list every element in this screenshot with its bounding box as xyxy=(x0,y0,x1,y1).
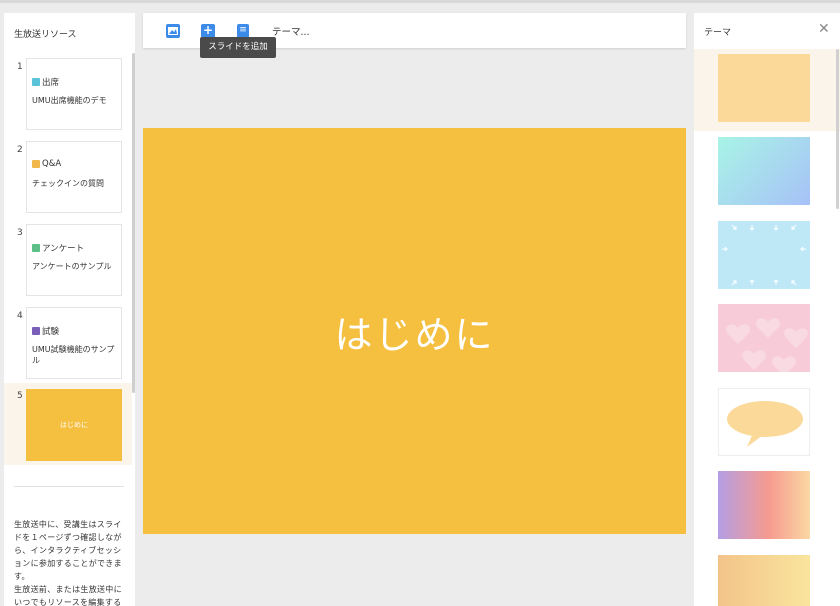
slide-number: 1 xyxy=(17,62,23,72)
slide-card[interactable]: Q&A チェックインの質問 xyxy=(26,141,122,213)
add-slide-tooltip: スライドを追加 xyxy=(200,37,276,58)
slide-item-5[interactable]: 5 はじめに xyxy=(4,383,132,465)
scrollbar[interactable] xyxy=(836,49,839,209)
window-top-border xyxy=(0,0,840,3)
theme-panel-title: テーマ xyxy=(704,28,732,38)
slide-subtitle: チェックインの質問 xyxy=(32,179,104,188)
slide-subtitle: アンケートのサンプル xyxy=(32,262,112,271)
speech-bubble-icon xyxy=(727,401,803,447)
thumbnail-title: はじめに xyxy=(60,421,88,429)
help-description: 生放送中に、受講生はスライドを１ページずつ確認しながら、インタラクティブセッショ… xyxy=(14,520,122,606)
hearts-pattern xyxy=(726,318,808,372)
divider xyxy=(14,486,124,487)
theme-mint-blue-gradient[interactable] xyxy=(718,137,810,205)
document-icon[interactable]: ≡ xyxy=(237,24,249,38)
theme-speech-bubble[interactable] xyxy=(718,388,810,456)
slide-type-label: アンケート xyxy=(42,244,85,254)
slide-number: 2 xyxy=(17,145,23,155)
slide-item-4[interactable]: 4 試験 UMU試験機能のサンプル xyxy=(4,307,132,387)
qa-icon xyxy=(32,160,40,168)
panel-title: 生放送リソース xyxy=(14,30,77,40)
close-icon[interactable]: ✕ xyxy=(818,21,830,37)
slide-number: 5 xyxy=(17,391,23,401)
theme-sky-arrows[interactable] xyxy=(718,221,810,289)
slide-card[interactable]: 試験 UMU試験機能のサンプル xyxy=(26,307,122,379)
slide-number: 3 xyxy=(17,228,23,238)
attendance-icon xyxy=(32,78,40,86)
scrollbar[interactable] xyxy=(132,53,135,393)
live-resources-panel: 生放送リソース 1 出席 UMU出席機能のデモ 2 Q&A チェックインの質問 … xyxy=(4,13,135,606)
slide-item-1[interactable]: 1 出席 UMU出席機能のデモ xyxy=(4,58,132,138)
slide-number: 4 xyxy=(17,311,23,321)
slide-type-label: 試験 xyxy=(42,327,60,337)
slide-item-3[interactable]: 3 アンケート アンケートのサンプル xyxy=(4,224,132,304)
image-icon[interactable] xyxy=(166,24,180,38)
survey-icon xyxy=(32,244,40,252)
theme-orange-gradient[interactable] xyxy=(718,555,810,606)
theme-panel: テーマ ✕ xyxy=(694,13,840,606)
slide-type-label: 出席 xyxy=(42,78,60,88)
theme-peach[interactable] xyxy=(718,54,810,122)
slide-title[interactable]: はじめに xyxy=(334,304,494,359)
theme-pink-hearts[interactable] xyxy=(718,304,810,372)
slide-type-label: Q&A xyxy=(42,159,62,169)
slide-canvas[interactable]: はじめに xyxy=(143,128,686,534)
exam-icon xyxy=(32,327,40,335)
plus-icon[interactable]: + xyxy=(201,24,215,38)
slide-card[interactable]: 出席 UMU出席機能のデモ xyxy=(26,58,122,130)
slide-item-2[interactable]: 2 Q&A チェックインの質問 xyxy=(4,141,132,221)
arrows-pattern xyxy=(722,224,806,286)
slide-subtitle: UMU試験機能のサンプル xyxy=(32,345,115,365)
slide-thumbnail[interactable]: はじめに xyxy=(26,389,122,461)
theme-sunset-gradient[interactable] xyxy=(718,471,810,539)
slide-subtitle: UMU出席機能のデモ xyxy=(32,96,107,105)
theme-button[interactable]: テーマ... xyxy=(272,24,310,38)
slide-card[interactable]: アンケート アンケートのサンプル xyxy=(26,224,122,296)
